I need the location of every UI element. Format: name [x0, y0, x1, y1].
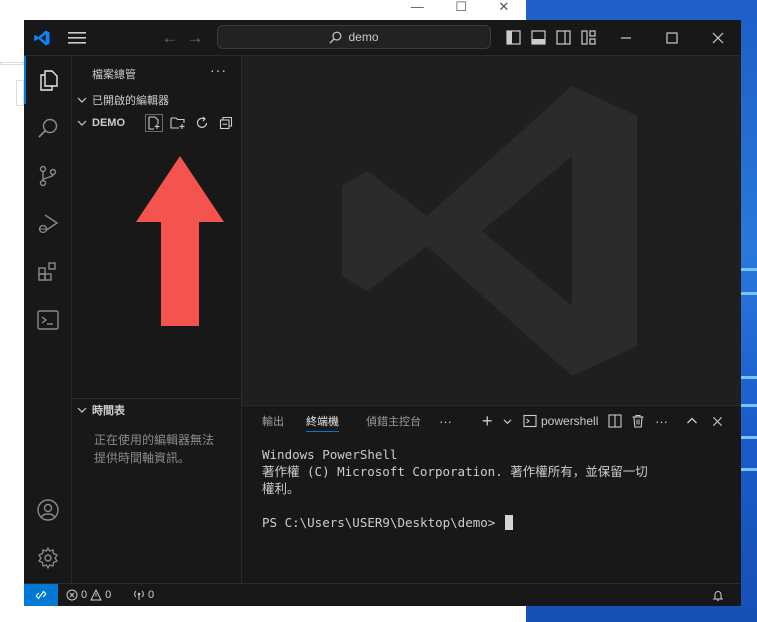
- tab-debug-console[interactable]: 偵錯主控台: [366, 406, 421, 436]
- close-icon: ✕: [498, 0, 510, 14]
- chevron-down-icon: [72, 405, 92, 415]
- panel-actions-more-icon[interactable]: ···: [655, 406, 668, 436]
- warning-icon: [90, 589, 102, 601]
- notifications-bell-icon[interactable]: [712, 584, 724, 606]
- source-control-icon[interactable]: [24, 152, 71, 200]
- error-count: 0: [81, 589, 88, 601]
- project-folder-label: DEMO: [92, 117, 125, 129]
- toggle-secondary-sidebar-icon[interactable]: [552, 20, 574, 55]
- open-editors-label: 已開啟的編輯器: [92, 95, 169, 107]
- title-bar: ← → demo: [24, 20, 741, 56]
- manage-gear-icon[interactable]: [24, 534, 71, 582]
- extensions-icon[interactable]: [24, 248, 71, 296]
- minimize-icon: —: [410, 0, 424, 14]
- terminal-line: Windows PowerShell: [262, 447, 398, 462]
- search-label: demo: [348, 30, 379, 44]
- close-window-icon[interactable]: [704, 20, 732, 55]
- menu-icon[interactable]: [64, 20, 90, 55]
- project-folder-section[interactable]: DEMO: [72, 112, 241, 134]
- editor-area: [242, 56, 741, 405]
- problems-indicator[interactable]: 0 0: [66, 584, 111, 606]
- vscode-logo-icon: [30, 20, 54, 55]
- terminal-output[interactable]: Windows PowerShell 著作權 (C) Microsoft Corp…: [262, 446, 648, 531]
- red-arrow-annotation: [136, 156, 224, 326]
- close-panel-icon[interactable]: [712, 406, 723, 436]
- terminal-panel: 輸出 終端機 偵錯主控台 ··· + powershell ··· Window…: [242, 405, 741, 584]
- open-editors-section[interactable]: 已開啟的編輯器: [72, 89, 241, 111]
- terminal-cursor: [504, 515, 513, 530]
- vscode-window: ← → demo 檔案總管 ··· 已開啟的編輯器 DEMO 時間表 正在使用的…: [24, 20, 741, 606]
- terminal-view-icon[interactable]: [24, 296, 71, 344]
- new-terminal-icon[interactable]: +: [482, 406, 493, 436]
- shell-name: powershell: [541, 414, 599, 428]
- warning-count: 0: [105, 589, 112, 601]
- new-folder-icon[interactable]: [169, 114, 187, 132]
- timeline-empty-message: 正在使用的編輯器無法提供時間軸資訊。: [94, 433, 215, 465]
- vscode-watermark-logo: [342, 86, 637, 376]
- new-file-icon[interactable]: [145, 114, 163, 132]
- ports-indicator[interactable]: 0: [133, 584, 154, 606]
- background-window-edge: [16, 80, 24, 106]
- error-icon: [66, 589, 78, 601]
- collapse-all-icon[interactable]: [217, 114, 235, 132]
- background-window-line: [0, 62, 24, 65]
- explorer-icon[interactable]: [24, 56, 71, 104]
- maximize-panel-icon[interactable]: [686, 406, 698, 436]
- remote-indicator-icon[interactable]: [24, 584, 58, 606]
- chevron-down-icon[interactable]: [503, 406, 512, 436]
- customize-layout-icon[interactable]: [577, 20, 599, 55]
- panel-more-button[interactable]: ···: [439, 406, 452, 436]
- activity-bar: [24, 56, 72, 583]
- sidebar-more-button[interactable]: ···: [210, 62, 227, 78]
- search-icon: [329, 31, 342, 44]
- tab-terminal[interactable]: 終端機: [306, 406, 339, 436]
- tab-output[interactable]: 輸出: [262, 406, 284, 436]
- refresh-icon[interactable]: [193, 114, 211, 132]
- maximize-window-icon[interactable]: [658, 20, 686, 55]
- timeline-label: 時間表: [92, 405, 125, 417]
- terminal-line: 著作權 (C) Microsoft Corporation. 著作權所有，並保留…: [262, 464, 648, 479]
- split-terminal-icon[interactable]: [608, 406, 622, 436]
- chevron-down-icon: [72, 95, 92, 105]
- sidebar-title: 檔案總管: [92, 69, 136, 81]
- forward-icon[interactable]: →: [184, 20, 206, 55]
- maximize-icon: ☐: [455, 0, 467, 14]
- terminal-line: 權利。: [262, 481, 300, 496]
- ports-count: 0: [148, 589, 155, 601]
- search-view-icon[interactable]: [24, 104, 71, 152]
- trash-icon[interactable]: [631, 406, 645, 436]
- status-bar: 0 0 0: [24, 583, 741, 606]
- back-icon[interactable]: ←: [159, 20, 181, 55]
- toggle-sidebar-icon[interactable]: [502, 20, 524, 55]
- terminal-instance-selector[interactable]: powershell: [523, 406, 598, 436]
- run-debug-icon[interactable]: [24, 200, 71, 248]
- terminal-icon: [523, 414, 537, 428]
- terminal-prompt-line: PS C:\Users\USER9\Desktop\demo>: [262, 514, 648, 531]
- background-window-controls: — ☐ ✕: [395, 0, 525, 16]
- timeline-section[interactable]: 時間表: [72, 399, 241, 421]
- command-center-search[interactable]: demo: [217, 25, 491, 49]
- chevron-down-icon: [72, 118, 92, 128]
- toggle-panel-icon[interactable]: [527, 20, 549, 55]
- minimize-window-icon[interactable]: [612, 20, 640, 55]
- broadcast-icon: [134, 590, 144, 600]
- terminal-prompt: PS C:\Users\USER9\Desktop\demo>: [262, 515, 503, 530]
- accounts-icon[interactable]: [24, 486, 71, 534]
